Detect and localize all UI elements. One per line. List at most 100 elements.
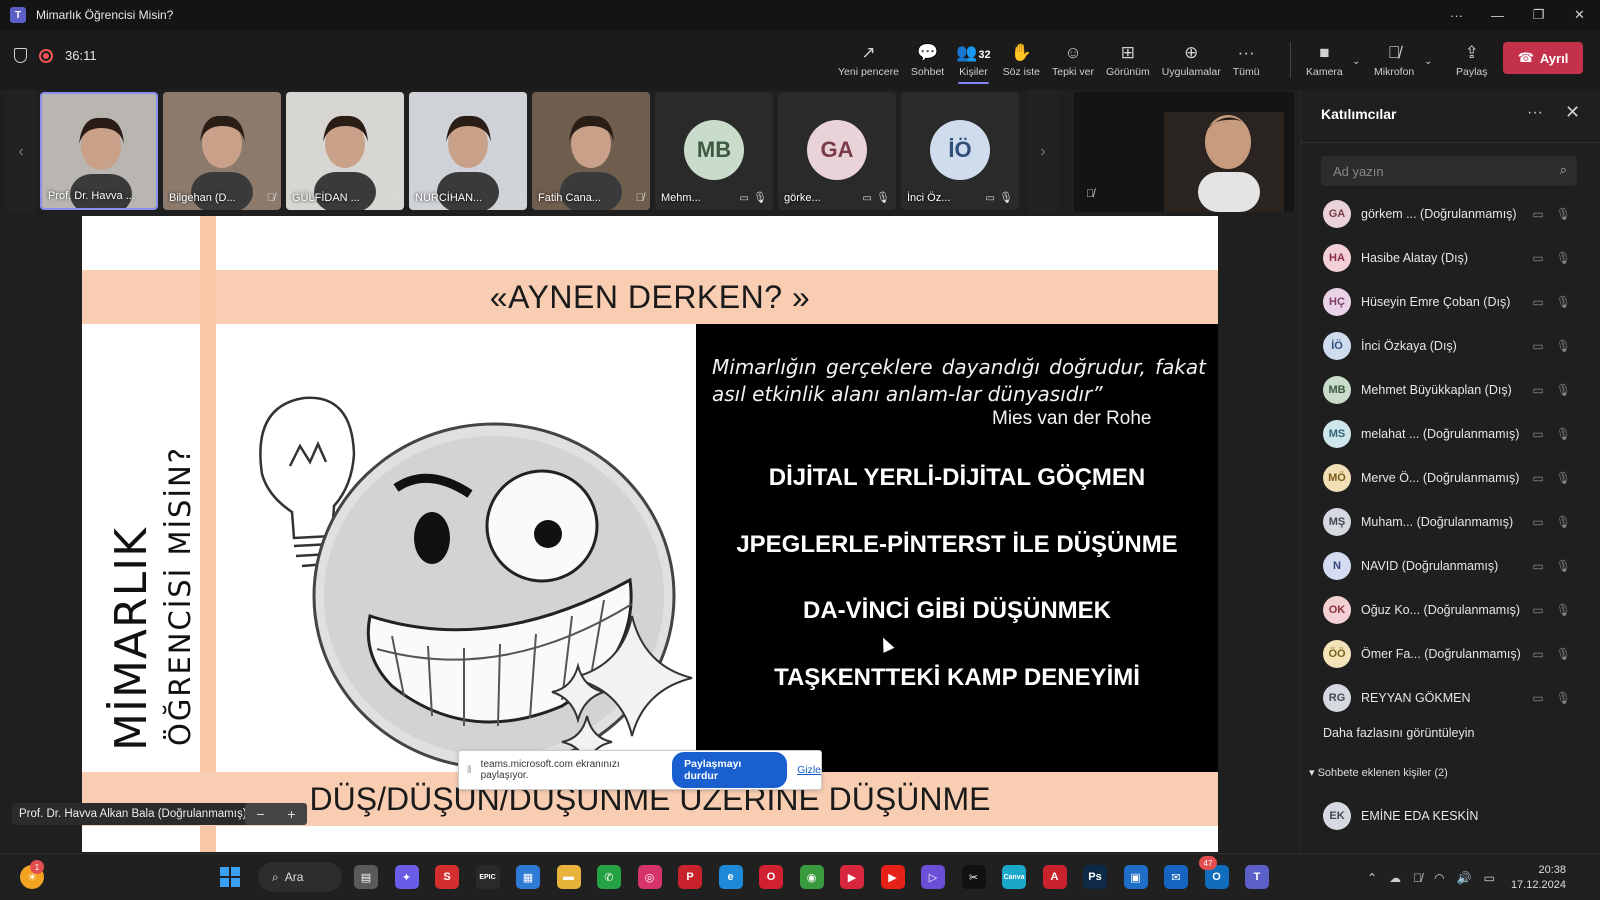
chat-button[interactable]: 💬 Sohbet: [905, 30, 950, 90]
participant-tile[interactable]: Fatih Cana... 🎙̸: [532, 92, 650, 210]
people-button[interactable]: 👥32 Kişiler: [950, 30, 996, 90]
zoom-out-button[interactable]: −: [256, 806, 264, 822]
more-options-icon[interactable]: ···: [1436, 8, 1477, 23]
taskbar-search[interactable]: ⌕ Ara: [258, 862, 342, 892]
view-more-link[interactable]: Daha fazlasını görüntüleyin: [1323, 726, 1474, 740]
teams-icon: T: [10, 7, 26, 23]
participant-row[interactable]: İÖ İnci Özkaya (Dış) ▭ 🎙: [1301, 324, 1600, 368]
mic-button[interactable]: 🎙̸ Mikrofon: [1368, 30, 1420, 90]
zoom-in-button[interactable]: +: [287, 806, 295, 822]
screen-share-bar: ⦀ teams.microsoft.com ekranınızı paylaşı…: [458, 750, 822, 790]
participant-row[interactable]: HA Hasibe Alatay (Dış) ▭ 🎙: [1301, 236, 1600, 280]
teams-badge: 47: [1199, 856, 1217, 870]
opera-icon[interactable]: O: [759, 865, 783, 889]
participant-name: görke...: [784, 192, 821, 204]
epic-icon[interactable]: EPIC: [475, 865, 500, 889]
hide-share-bar-link[interactable]: Gizle: [797, 764, 821, 776]
tray-chevron-icon[interactable]: ⌃: [1367, 871, 1377, 885]
whatsapp-icon[interactable]: ✆: [597, 865, 621, 889]
participant-name: İnci Öz...: [907, 192, 951, 204]
cloud-icon[interactable]: ☁: [1389, 871, 1401, 885]
participant-row[interactable]: ÖÖ Ömer Fa... (Doğrulanmamış) ▭ 🎙: [1301, 632, 1600, 676]
strip-prev-chevron-icon[interactable]: ‹: [6, 90, 36, 213]
participant-row[interactable]: MB Mehmet Büyükkaplan (Dış) ▭ 🎙: [1301, 368, 1600, 412]
participant-row[interactable]: MÖ Merve Ö... (Doğrulanmamış) ▭ 🎙: [1301, 456, 1600, 500]
participant-search: ⌕: [1321, 156, 1577, 186]
stop-sharing-button[interactable]: Paylaşmayı durdur: [672, 752, 788, 788]
camera-options-chevron-icon[interactable]: ⌄: [1348, 56, 1364, 67]
clock[interactable]: 20:38 17.12.2024: [1511, 863, 1566, 893]
close-button[interactable]: ✕: [1559, 7, 1600, 23]
participant-row[interactable]: MS melahat ... (Doğrulanmamış) ▭ 🎙: [1301, 412, 1600, 456]
camera-icon: ■: [1319, 43, 1330, 62]
participant-tile[interactable]: GÜLFİDAN ... 🎙̸: [286, 92, 404, 210]
canva-icon[interactable]: Canva: [1002, 865, 1026, 889]
leave-button[interactable]: ☎ Ayrıl: [1503, 42, 1583, 74]
camera-off-icon: ▭: [1532, 383, 1544, 397]
participant-row[interactable]: EK EMİNE EDA KESKİN: [1301, 794, 1600, 838]
photoshop-icon[interactable]: Ps: [1083, 865, 1107, 889]
chat-added-group-header[interactable]: ▾ Sohbete eklenen kişiler (2): [1309, 766, 1448, 779]
mic-options-chevron-icon[interactable]: ⌄: [1420, 56, 1436, 67]
chrome-icon[interactable]: ◉: [799, 865, 824, 889]
slide-text-box: Mimarlığın gerçeklere dayandığı doğrudur…: [696, 324, 1218, 772]
camera-button[interactable]: ■ Kamera: [1300, 30, 1349, 90]
participant-row[interactable]: OK Oğuz Ko... (Doğrulanmamış) ▭ 🎙: [1301, 588, 1600, 632]
volume-icon[interactable]: 🔊: [1457, 871, 1472, 885]
restore-button[interactable]: ❐: [1518, 7, 1559, 23]
participant-name: Merve Ö... (Doğrulanmamış): [1361, 471, 1520, 485]
outlook-new-icon[interactable]: ✉: [1164, 865, 1188, 889]
panel-more-icon[interactable]: ···: [1527, 104, 1543, 122]
mic-muted-icon[interactable]: 🎙̸: [1413, 871, 1422, 885]
files-icon[interactable]: ▤: [354, 865, 378, 889]
participant-name: Ömer Fa... (Doğrulanmamış): [1361, 647, 1521, 661]
drag-handle-icon[interactable]: ⦀: [467, 765, 477, 776]
app-s-icon[interactable]: S: [435, 865, 459, 889]
minimize-button[interactable]: —: [1477, 8, 1518, 23]
participant-tile[interactable]: Bilgehan (D... 🎙̸: [163, 92, 281, 210]
store-icon[interactable]: ▦: [516, 865, 540, 889]
mic-off-icon: 🎙̸: [389, 192, 398, 204]
edge-icon[interactable]: e: [718, 865, 743, 889]
react-button[interactable]: ☺ Tepki ver: [1046, 30, 1100, 90]
player-icon[interactable]: ▶: [840, 865, 864, 889]
participant-tile[interactable]: NURCİHAN... 🎙̸: [409, 92, 527, 210]
avatar: RG: [1323, 684, 1351, 712]
capcut-icon[interactable]: ✂: [961, 865, 986, 889]
raise-hand-button[interactable]: ✋ Söz iste: [997, 30, 1046, 90]
pinterest-icon[interactable]: P: [678, 865, 702, 889]
wifi-icon[interactable]: ◠: [1434, 871, 1444, 885]
windows-start-icon[interactable]: [218, 865, 242, 889]
app-blue-icon[interactable]: ▣: [1123, 865, 1148, 889]
participant-row[interactable]: HÇ Hüseyin Emre Çoban (Dış) ▭ 🎙: [1301, 280, 1600, 324]
mic-off-icon: 🎙: [999, 192, 1013, 204]
youtube-icon[interactable]: ▶: [880, 865, 905, 889]
window-title: Mimarlık Öğrencisi Misin?: [36, 8, 174, 22]
participant-search-input[interactable]: [1321, 156, 1551, 186]
slide-vertical-title-line1: MİMARLIK: [105, 527, 157, 751]
participant-tile[interactable]: MB Mehm... ▭ 🎙: [655, 92, 773, 210]
camera-off-icon: ▭: [1532, 427, 1544, 441]
instagram-icon[interactable]: ◎: [637, 865, 662, 889]
more-button[interactable]: ··· Tümü: [1227, 30, 1266, 90]
explorer-icon[interactable]: ▬: [556, 865, 581, 889]
new-window-button[interactable]: ↗ Yeni pencere: [832, 30, 905, 90]
participant-row[interactable]: GA görkem ... (Doğrulanmamış) ▭ 🎙: [1301, 192, 1600, 236]
participant-row[interactable]: MŞ Muham... (Doğrulanmamış) ▭ 🎙: [1301, 500, 1600, 544]
media-icon[interactable]: ▷: [921, 865, 945, 889]
autocad-icon[interactable]: A: [1042, 865, 1067, 889]
new-window-icon: ↗: [861, 43, 876, 62]
apps-button[interactable]: ⊕ Uygulamalar: [1156, 30, 1227, 90]
share-button[interactable]: ⇪ Paylaş: [1450, 30, 1494, 90]
strip-next-chevron-icon[interactable]: ›: [1028, 90, 1058, 213]
participant-tile[interactable]: Prof. Dr. Havva ...: [40, 92, 158, 210]
participant-tile[interactable]: GA görke... ▭ 🎙: [778, 92, 896, 210]
participant-tile[interactable]: İÖ İnci Öz... ▭ 🎙: [901, 92, 1019, 210]
battery-icon[interactable]: ▭: [1484, 871, 1495, 885]
participant-row[interactable]: N NAVID (Doğrulanmamış) ▭ 🎙: [1301, 544, 1600, 588]
teams-icon[interactable]: T: [1245, 865, 1269, 889]
panel-close-icon[interactable]: ✕: [1565, 102, 1580, 123]
copilot-icon[interactable]: ✦: [394, 865, 419, 889]
participant-row[interactable]: RG REYYAN GÖKMEN ▭ 🎙: [1301, 676, 1600, 720]
view-button[interactable]: ⊞ Görünüm: [1100, 30, 1156, 90]
